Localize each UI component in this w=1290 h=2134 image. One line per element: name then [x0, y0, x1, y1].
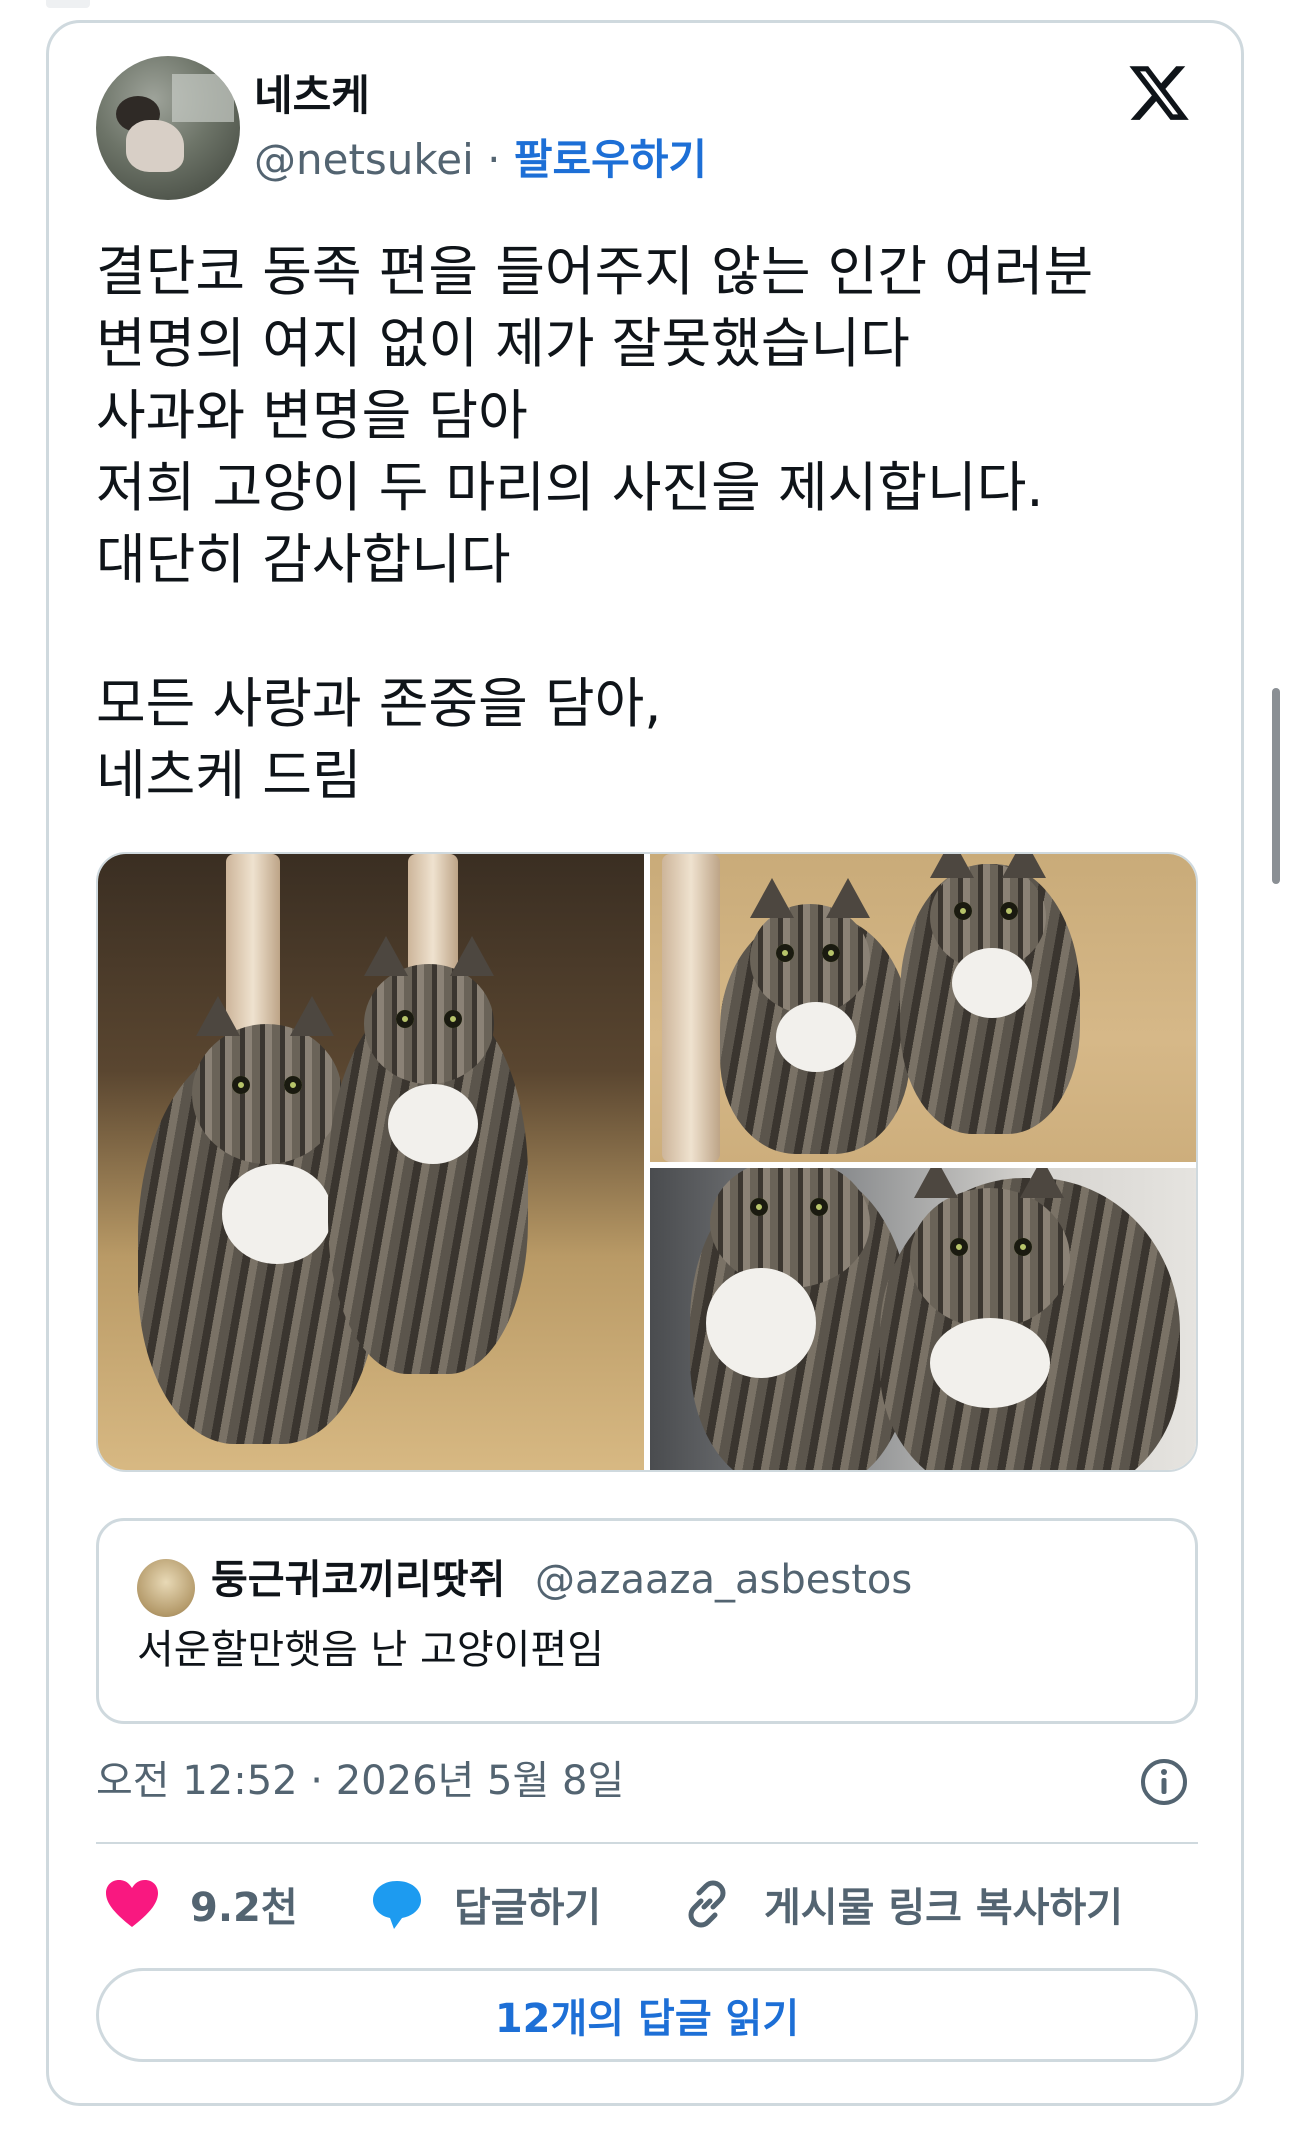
info-icon[interactable] — [1140, 1758, 1188, 1806]
cat-photo-3[interactable] — [650, 1168, 1196, 1470]
author-avatar[interactable] — [96, 56, 240, 200]
reply-label: 답글하기 — [454, 1885, 602, 1931]
scrollbar[interactable] — [1272, 688, 1280, 884]
quoted-display-name: 둥근귀코끼리땃쥐 — [211, 1557, 506, 1603]
cat-photo-2[interactable] — [650, 854, 1196, 1162]
quoted-text: 서운할만햇음 난 고양이편임 — [137, 1627, 605, 1673]
like-button[interactable]: 9.2천 — [104, 1872, 298, 1936]
copy-link-label: 게시물 링크 복사하기 — [764, 1885, 1124, 1931]
handle-separator: · — [487, 135, 501, 184]
tweet-text: 결단코 동족 편을 들어주지 않는 인간 여러분 변명의 여지 없이 제가 잘못… — [96, 240, 1094, 807]
speech-bubble-icon — [373, 1881, 421, 1929]
x-logo-icon[interactable] — [1124, 60, 1194, 126]
quoted-avatar — [137, 1559, 195, 1617]
tweet-timestamp[interactable]: 오전 12:52 · 2026년 5월 8일 — [96, 1752, 624, 1810]
like-count: 9.2천 — [190, 1885, 298, 1931]
author-display-name[interactable]: 네츠케 — [254, 68, 370, 124]
copy-link-button[interactable]: 게시물 링크 복사하기 — [680, 1872, 1123, 1936]
quoted-handle: @azaaza_asbestos — [535, 1557, 913, 1603]
divider — [96, 1842, 1198, 1844]
reply-button[interactable]: 답글하기 — [370, 1872, 601, 1936]
heart-icon — [106, 1880, 158, 1927]
author-handle[interactable]: @netsukei — [254, 135, 474, 184]
quoted-tweet[interactable]: 둥근귀코끼리땃쥐 @azaaza_asbestos 서운할만햇음 난 고양이편임 — [96, 1518, 1198, 1724]
top-edge-tab — [46, 0, 90, 8]
link-icon — [688, 1880, 726, 1928]
cat-photo-1[interactable] — [98, 854, 644, 1470]
author-handle-row: @netsukei · 팔로우하기 — [254, 132, 707, 188]
follow-button[interactable]: 팔로우하기 — [514, 135, 707, 184]
read-replies-button[interactable]: 12개의 답글 읽기 — [96, 1968, 1198, 2062]
media-grid — [96, 852, 1198, 1472]
